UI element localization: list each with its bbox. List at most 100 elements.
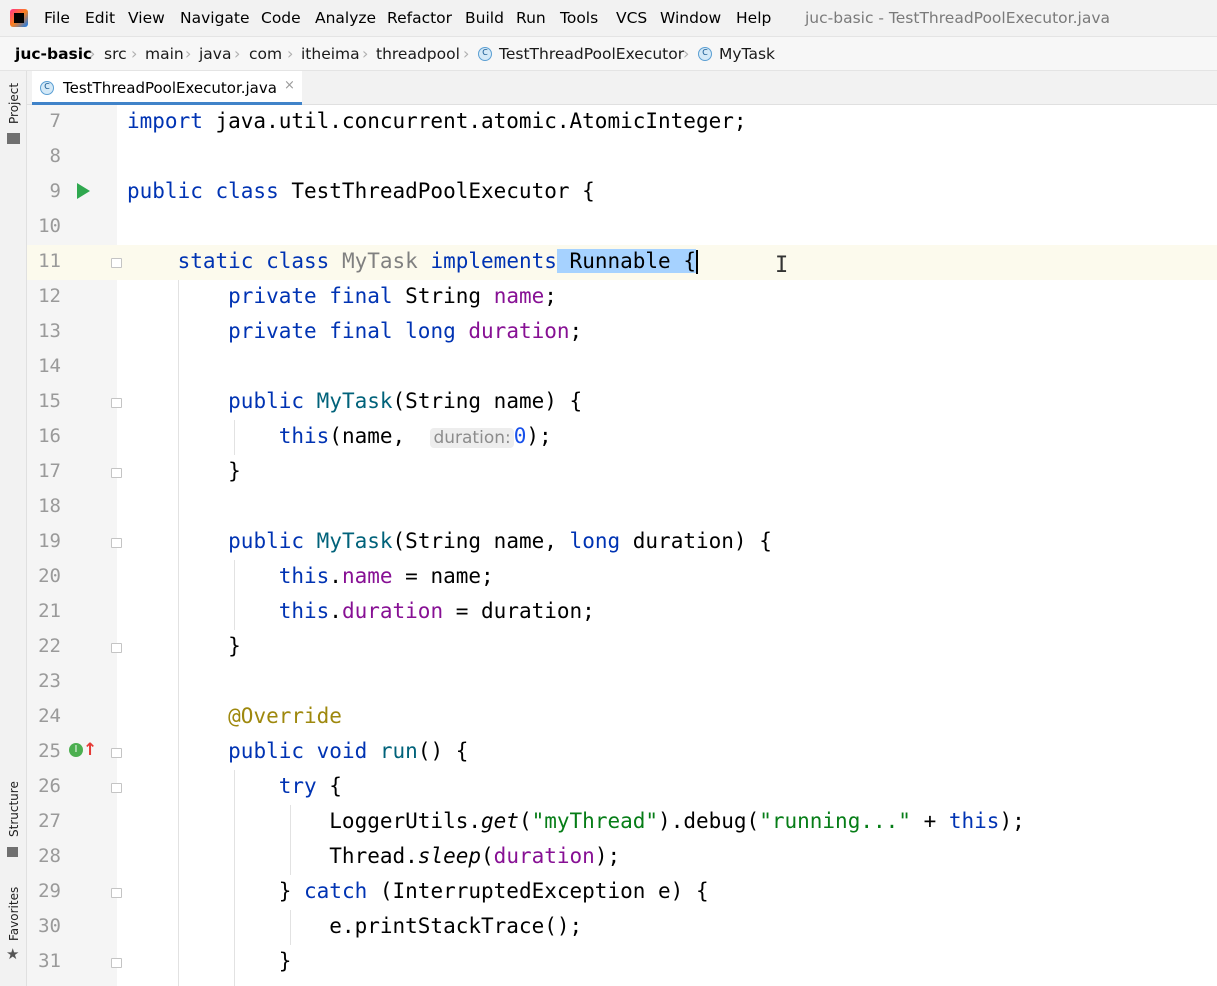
code-editor[interactable]: 7 import java.util.concurrent.atomic.Ato… bbox=[27, 105, 1217, 986]
menu-view[interactable]: View bbox=[128, 9, 165, 27]
code-text: private final String name; bbox=[228, 284, 557, 308]
code-line: 30 e.printStackTrace(); bbox=[27, 910, 1217, 945]
code-line: 27 LoggerUtils.get("myThread").debug("ru… bbox=[27, 805, 1217, 840]
fold-marker[interactable] bbox=[111, 748, 122, 758]
code-text: public MyTask(String name) { bbox=[228, 389, 583, 413]
menu-vcs[interactable]: VCS bbox=[616, 9, 647, 27]
breadcrumb-java[interactable]: java bbox=[199, 45, 231, 63]
menu-run[interactable]: Run bbox=[516, 9, 546, 27]
code-text: this.duration = duration; bbox=[278, 599, 595, 623]
menu-tools[interactable]: Tools bbox=[560, 9, 598, 27]
fold-marker[interactable] bbox=[111, 398, 122, 408]
fold-marker[interactable] bbox=[111, 468, 122, 478]
code-text: private final long duration; bbox=[228, 319, 583, 343]
class-icon bbox=[478, 45, 492, 61]
line-number: 29 bbox=[38, 880, 61, 902]
code-line: 23 bbox=[27, 665, 1217, 700]
breadcrumb-separator: › bbox=[185, 44, 192, 63]
menu-analyze[interactable]: Analyze bbox=[315, 9, 376, 27]
parameter-hint: duration: bbox=[430, 428, 514, 448]
line-number: 14 bbox=[38, 355, 61, 377]
fold-marker[interactable] bbox=[111, 783, 122, 793]
line-number: 18 bbox=[38, 495, 61, 517]
menu-refactor[interactable]: Refactor bbox=[387, 9, 452, 27]
tab-test-thread-pool-executor[interactable]: TestThreadPoolExecutor.java × bbox=[32, 71, 302, 105]
code-line: 18 bbox=[27, 490, 1217, 525]
line-number: 20 bbox=[38, 565, 61, 587]
breadcrumb-separator: › bbox=[287, 44, 294, 63]
tool-window-project[interactable]: Project bbox=[7, 83, 21, 124]
code-text: @Override bbox=[228, 704, 342, 728]
code-line: 9 public class TestThreadPoolExecutor { bbox=[27, 175, 1217, 210]
line-number: 27 bbox=[38, 810, 61, 832]
tool-window-strip: Project Structure Favorites ★ bbox=[0, 71, 27, 986]
line-number: 11 bbox=[38, 250, 61, 272]
run-gutter-icon[interactable] bbox=[77, 183, 90, 199]
code-line: 21 this.duration = duration; bbox=[27, 595, 1217, 630]
override-arrow-icon[interactable]: ↑ bbox=[83, 740, 97, 760]
code-line: 10 bbox=[27, 210, 1217, 245]
breadcrumb-threadpool[interactable]: threadpool bbox=[376, 45, 460, 63]
menu-help[interactable]: Help bbox=[736, 9, 771, 27]
close-icon[interactable]: × bbox=[284, 78, 295, 93]
line-number: 12 bbox=[38, 285, 61, 307]
code-line: 17 } bbox=[27, 455, 1217, 490]
line-number: 9 bbox=[49, 180, 61, 202]
implements-gutter-icon[interactable]: I bbox=[69, 743, 83, 757]
breadcrumb-itheima[interactable]: itheima bbox=[301, 45, 360, 63]
breadcrumb-inner-class[interactable]: MyTask bbox=[719, 45, 775, 63]
code-line: 29 } catch (InterruptedException e) { bbox=[27, 875, 1217, 910]
breadcrumb-src[interactable]: src bbox=[104, 45, 127, 63]
code-line: 15 public MyTask(String name) { bbox=[27, 385, 1217, 420]
fold-marker[interactable] bbox=[111, 643, 122, 653]
line-number: 19 bbox=[38, 530, 61, 552]
fold-marker[interactable] bbox=[111, 538, 122, 548]
code-text: try { bbox=[278, 774, 342, 798]
tool-window-structure[interactable]: Structure bbox=[7, 781, 21, 837]
menu-window[interactable]: Window bbox=[660, 9, 721, 27]
menu-build[interactable]: Build bbox=[465, 9, 504, 27]
window-title: juc-basic - TestThreadPoolExecutor.java bbox=[805, 9, 1111, 27]
breadcrumb-separator: › bbox=[463, 44, 470, 63]
code-text: import java.util.concurrent.atomic.Atomi… bbox=[127, 109, 747, 133]
editor-tab-bar: TestThreadPoolExecutor.java × bbox=[27, 71, 1217, 105]
menu-edit[interactable]: Edit bbox=[85, 9, 115, 27]
menu-navigate[interactable]: Navigate bbox=[180, 9, 250, 27]
breadcrumb-class[interactable]: TestThreadPoolExecutor bbox=[499, 45, 684, 63]
tab-label: TestThreadPoolExecutor.java bbox=[63, 79, 277, 97]
code-line: 22 } bbox=[27, 630, 1217, 665]
code-line: 31 } bbox=[27, 945, 1217, 980]
code-line: 8 bbox=[27, 140, 1217, 175]
folder-icon[interactable] bbox=[7, 133, 20, 144]
code-text: this.name = name; bbox=[278, 564, 494, 588]
fold-marker[interactable] bbox=[111, 888, 122, 898]
fold-marker[interactable] bbox=[111, 258, 122, 268]
code-text: } bbox=[127, 634, 241, 658]
code-line: 14 bbox=[27, 350, 1217, 385]
code-line-active: 11 static class MyTask implements Runnab… bbox=[27, 245, 1217, 280]
line-number: 23 bbox=[38, 670, 61, 692]
star-icon[interactable]: ★ bbox=[6, 945, 19, 963]
breadcrumb-com[interactable]: com bbox=[249, 45, 282, 63]
line-number: 8 bbox=[49, 145, 61, 167]
code-text: this(name, duration: 0); bbox=[278, 424, 552, 448]
line-number: 22 bbox=[38, 635, 61, 657]
line-number: 17 bbox=[38, 460, 61, 482]
tool-window-favorites[interactable]: Favorites bbox=[7, 887, 21, 941]
menu-code[interactable]: Code bbox=[261, 9, 301, 27]
code-text: static class MyTask implements Runnable … bbox=[177, 249, 698, 274]
breadcrumb-separator: › bbox=[362, 44, 369, 63]
menu-file[interactable]: File bbox=[44, 9, 70, 27]
code-line: 16 this(name, duration: 0); bbox=[27, 420, 1217, 455]
breadcrumb-main[interactable]: main bbox=[145, 45, 184, 63]
line-number: 24 bbox=[38, 705, 61, 727]
code-text: LoggerUtils.get("myThread").debug("runni… bbox=[127, 809, 1025, 833]
line-number: 10 bbox=[38, 215, 61, 237]
class-icon bbox=[698, 45, 712, 61]
code-text: } bbox=[127, 949, 292, 973]
fold-marker[interactable] bbox=[111, 958, 122, 968]
code-line: 28 Thread.sleep(duration); bbox=[27, 840, 1217, 875]
structure-icon[interactable] bbox=[7, 847, 18, 857]
code-text: Thread.sleep(duration); bbox=[127, 844, 621, 868]
breadcrumb-project[interactable]: juc-basic bbox=[15, 45, 92, 63]
